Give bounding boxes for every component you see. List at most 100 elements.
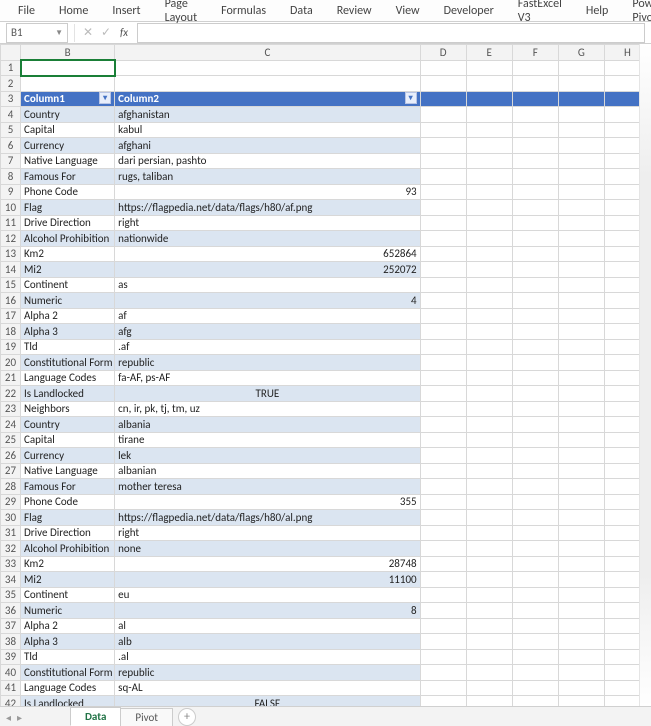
cell[interactable] <box>466 479 512 495</box>
cell[interactable]: Famous For <box>21 479 115 495</box>
cell[interactable] <box>558 401 604 417</box>
row-header[interactable]: 1 <box>1 60 21 76</box>
cell[interactable] <box>512 448 558 464</box>
row-header[interactable]: 26 <box>1 448 21 464</box>
cell[interactable]: Currency <box>21 138 115 154</box>
cell[interactable] <box>466 494 512 510</box>
cell[interactable]: TRUE <box>115 386 420 402</box>
cell[interactable] <box>420 463 466 479</box>
cell[interactable] <box>512 572 558 588</box>
sheet-nav[interactable]: ◂ ▸ <box>4 711 24 724</box>
cell[interactable]: Is Landlocked <box>21 696 115 707</box>
cell[interactable] <box>558 448 604 464</box>
cell[interactable] <box>420 107 466 123</box>
row-header[interactable]: 16 <box>1 293 21 309</box>
cell[interactable] <box>420 432 466 448</box>
cell[interactable] <box>466 649 512 665</box>
cell[interactable] <box>466 200 512 216</box>
cell[interactable] <box>512 479 558 495</box>
cell[interactable]: kabul <box>115 122 420 138</box>
cell[interactable] <box>420 200 466 216</box>
cell[interactable]: 4 <box>115 293 420 309</box>
cell[interactable] <box>466 324 512 340</box>
row-header[interactable]: 18 <box>1 324 21 340</box>
cell[interactable] <box>512 138 558 154</box>
cell[interactable] <box>466 169 512 185</box>
cell[interactable] <box>466 262 512 278</box>
row-header[interactable]: 12 <box>1 231 21 247</box>
cell[interactable] <box>512 231 558 247</box>
cell[interactable] <box>420 231 466 247</box>
cell[interactable] <box>558 463 604 479</box>
cell[interactable]: Alpha 2 <box>21 618 115 634</box>
row-header[interactable]: 10 <box>1 200 21 216</box>
row-header[interactable]: 11 <box>1 215 21 231</box>
cell[interactable]: lek <box>115 448 420 464</box>
cell[interactable]: Numeric <box>21 603 115 619</box>
cell[interactable] <box>420 479 466 495</box>
cell[interactable] <box>115 76 420 92</box>
cell[interactable] <box>466 122 512 138</box>
cell[interactable] <box>466 556 512 572</box>
row-header[interactable]: 37 <box>1 618 21 634</box>
cell[interactable] <box>558 370 604 386</box>
row-header[interactable]: 20 <box>1 355 21 371</box>
cell[interactable] <box>466 215 512 231</box>
cell[interactable] <box>420 138 466 154</box>
cell[interactable]: Alcohol Prohibition <box>21 231 115 247</box>
cell[interactable] <box>466 386 512 402</box>
row-header[interactable]: 9 <box>1 184 21 200</box>
cell[interactable]: .af <box>115 339 420 355</box>
cell[interactable] <box>466 153 512 169</box>
cell[interactable] <box>558 494 604 510</box>
cell[interactable]: FALSE <box>115 696 420 707</box>
row-header[interactable]: 6 <box>1 138 21 154</box>
filter-icon[interactable]: ▾ <box>405 92 417 104</box>
cell[interactable]: 93 <box>115 184 420 200</box>
cell[interactable] <box>558 479 604 495</box>
cell[interactable] <box>466 293 512 309</box>
cell[interactable] <box>420 184 466 200</box>
cell[interactable] <box>420 277 466 293</box>
add-sheet-button[interactable]: + <box>178 708 196 726</box>
cell[interactable] <box>21 76 115 92</box>
cell[interactable] <box>558 355 604 371</box>
select-all-corner[interactable] <box>1 45 21 61</box>
cell[interactable]: fa-AF, ps-AF <box>115 370 420 386</box>
cell[interactable] <box>466 91 512 107</box>
cell[interactable]: Is Landlocked <box>21 386 115 402</box>
ribbon-tab-developer[interactable]: Developer <box>432 1 506 21</box>
row-header[interactable]: 34 <box>1 572 21 588</box>
cell[interactable]: republic <box>115 665 420 681</box>
cell[interactable]: sq-AL <box>115 680 420 696</box>
cell[interactable] <box>466 525 512 541</box>
row-header[interactable]: 25 <box>1 432 21 448</box>
cell[interactable]: Numeric <box>21 293 115 309</box>
cell[interactable] <box>512 370 558 386</box>
cell[interactable] <box>466 432 512 448</box>
cell[interactable] <box>558 200 604 216</box>
cell[interactable] <box>558 572 604 588</box>
ribbon-tab-home[interactable]: Home <box>47 1 100 21</box>
cell[interactable] <box>512 262 558 278</box>
cell[interactable] <box>420 153 466 169</box>
cell[interactable] <box>420 525 466 541</box>
cell[interactable] <box>558 556 604 572</box>
cell[interactable]: Flag <box>21 200 115 216</box>
cell[interactable] <box>420 324 466 340</box>
cell[interactable] <box>512 603 558 619</box>
cell[interactable] <box>558 587 604 603</box>
cell[interactable]: Capital <box>21 432 115 448</box>
fx-icon[interactable]: fx <box>115 24 133 42</box>
cell[interactable] <box>420 448 466 464</box>
spreadsheet-grid[interactable]: BCDEFGH 123Column1▾Column2▾4Countryafgha… <box>0 44 651 706</box>
cell[interactable] <box>558 618 604 634</box>
cell[interactable] <box>558 649 604 665</box>
cell[interactable] <box>512 556 558 572</box>
chevron-down-icon[interactable]: ▼ <box>55 28 63 38</box>
cell[interactable] <box>420 665 466 681</box>
cell[interactable]: right <box>115 525 420 541</box>
row-header[interactable]: 24 <box>1 417 21 433</box>
cell[interactable] <box>512 587 558 603</box>
cell[interactable] <box>558 122 604 138</box>
